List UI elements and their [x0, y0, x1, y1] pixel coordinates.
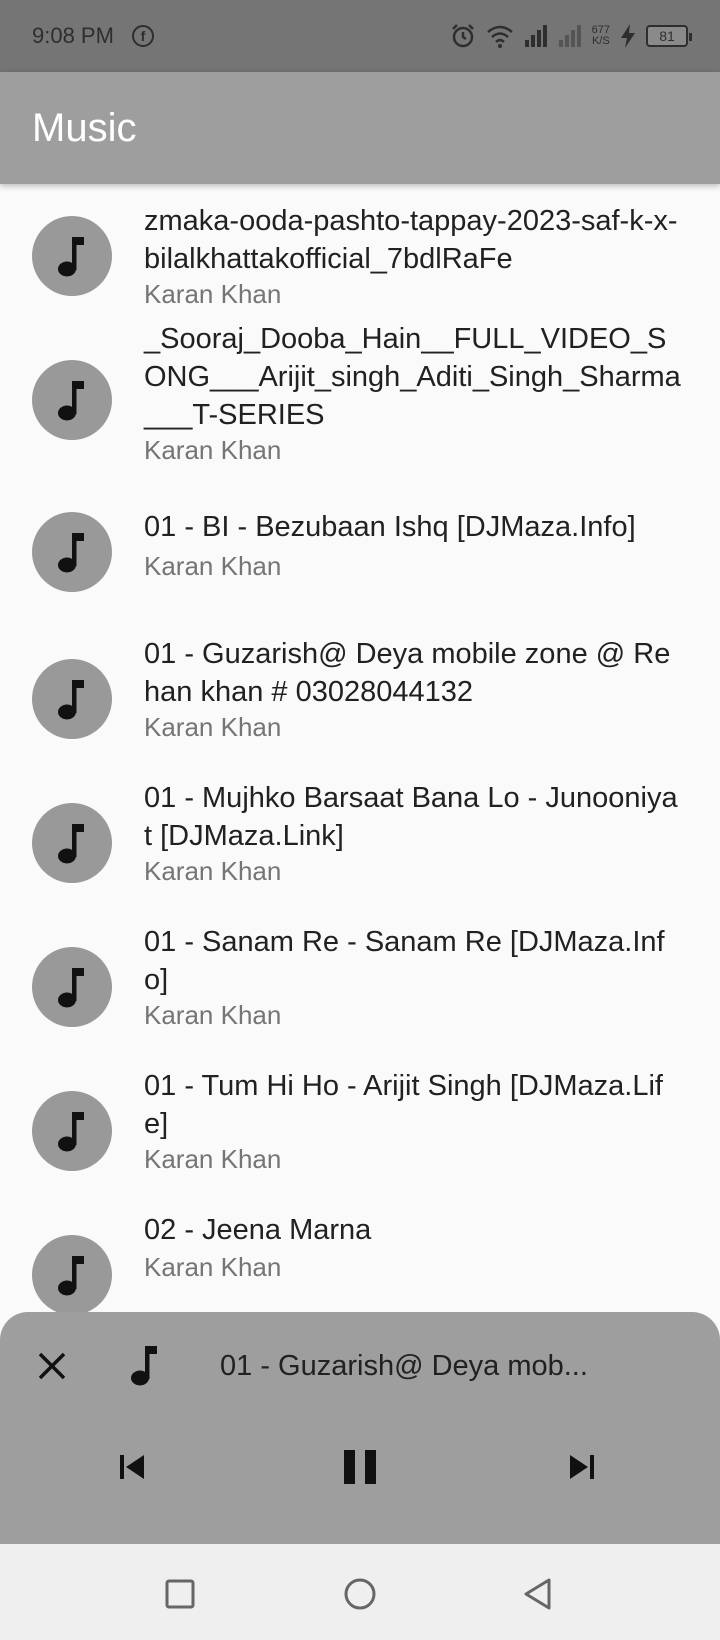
facebook-icon: f [131, 25, 154, 47]
music-note-icon [58, 1256, 84, 1296]
song-avatar [32, 360, 112, 440]
song-title: 01 - Sanam Re - Sanam Re [DJMaza.Info] [144, 926, 665, 996]
song-avatar [32, 512, 112, 592]
song-title: 02 - Jeena Marna [144, 1214, 372, 1246]
music-app-screen: 9:08 PM f 677 K/S 81 Music zmaka-ooda-pa… [0, 0, 720, 1640]
now-playing-note [130, 1344, 170, 1388]
back-button[interactable] [518, 1574, 558, 1614]
song-avatar [32, 216, 112, 296]
network-speed: 677 K/S [592, 25, 610, 47]
music-note-icon [58, 381, 84, 421]
app-title: Music [32, 105, 137, 150]
song-list-item[interactable]: zmaka-ooda-pashto-tappay-2023-saf-k-x-bi… [0, 184, 720, 314]
recents-button[interactable] [160, 1574, 200, 1614]
system-nav-bar [0, 1544, 720, 1640]
song-title: 01 - Mujhko Barsaat Bana Lo - Junooniyat… [144, 782, 678, 852]
song-title: 01 - BI - Bezubaan Ishq [DJMaza.Info] [144, 511, 636, 543]
home-circle-icon [344, 1578, 376, 1610]
song-avatar [32, 1235, 112, 1314]
song-text: 01 - Guzarish@ Deya mobile zone @ Rehan … [144, 635, 684, 743]
song-avatar [32, 947, 112, 1027]
battery-level: 81 [659, 28, 675, 44]
song-list-item[interactable]: 01 - Tum Hi Ho - Arijit Singh [DJMaza.Li… [0, 1051, 720, 1195]
skip-next-icon [570, 1455, 594, 1479]
close-player-button[interactable] [32, 1346, 72, 1386]
song-text: _Sooraj_Dooba_Hain__FULL_VIDEO_SONG___Ar… [144, 320, 684, 466]
pause-icon [344, 1450, 376, 1484]
status-time: 9:08 PM [32, 23, 114, 48]
song-text: zmaka-ooda-pashto-tappay-2023-saf-k-x-bi… [144, 202, 684, 310]
charging-icon [621, 24, 635, 48]
recents-square-icon [165, 1579, 195, 1609]
music-note-icon [58, 1112, 84, 1152]
skip-previous-icon [120, 1455, 144, 1479]
song-text: 01 - Sanam Re - Sanam Re [DJMaza.Info] K… [144, 923, 684, 1031]
music-note-icon [58, 237, 84, 277]
music-note-icon [131, 1346, 157, 1386]
music-note-icon [58, 533, 84, 573]
battery-icon: 81 [646, 25, 692, 47]
now-playing-title[interactable]: 01 - Guzarish@ Deya mob... [220, 1346, 620, 1386]
song-avatar [32, 1091, 112, 1171]
mini-player[interactable]: 01 - Guzarish@ Deya mob... [0, 1312, 720, 1544]
song-artist: Karan Khan [144, 279, 282, 309]
song-list-item[interactable]: 01 - BI - Bezubaan Ishq [DJMaza.Info] Ka… [0, 474, 720, 619]
status-icons: 677 K/S 81 [450, 23, 692, 49]
song-artist: Karan Khan [144, 551, 282, 581]
pause-button[interactable] [338, 1446, 382, 1488]
network-speed-unit: K/S [591, 35, 610, 47]
back-triangle-icon [524, 1578, 551, 1610]
song-avatar [32, 803, 112, 883]
song-artist: Karan Khan [144, 1000, 282, 1030]
song-text: 01 - BI - Bezubaan Ishq [DJMaza.Info] Ka… [144, 508, 684, 582]
next-track-button[interactable] [566, 1452, 598, 1482]
signal-icon [524, 25, 547, 47]
song-text: 01 - Mujhko Barsaat Bana Lo - Junooniyat… [144, 779, 684, 887]
song-title: 01 - Guzarish@ Deya mobile zone @ Rehan … [144, 638, 671, 708]
music-note-icon [58, 968, 84, 1008]
music-note-icon [58, 680, 84, 720]
song-list-item[interactable]: 01 - Mujhko Barsaat Bana Lo - Junooniyat… [0, 763, 720, 907]
signal-empty-icon [558, 25, 581, 47]
song-avatar [32, 659, 112, 739]
home-button[interactable] [340, 1574, 380, 1614]
wifi-icon [486, 25, 513, 48]
song-artist: Karan Khan [144, 1144, 282, 1174]
previous-track-button[interactable] [116, 1452, 148, 1482]
song-title: 01 - Tum Hi Ho - Arijit Singh [DJMaza.Li… [144, 1070, 663, 1140]
song-title: zmaka-ooda-pashto-tappay-2023-saf-k-x-bi… [144, 205, 678, 275]
song-artist: Karan Khan [144, 712, 282, 742]
song-list-item[interactable]: 01 - Sanam Re - Sanam Re [DJMaza.Info] K… [0, 907, 720, 1051]
song-list-item[interactable]: 02 - Jeena Marna Karan Khan [0, 1195, 720, 1314]
song-list[interactable]: zmaka-ooda-pashto-tappay-2023-saf-k-x-bi… [0, 184, 720, 1314]
song-text: 01 - Tum Hi Ho - Arijit Singh [DJMaza.Li… [144, 1067, 684, 1175]
close-icon [38, 1352, 66, 1380]
song-artist: Karan Khan [144, 856, 282, 886]
song-list-item[interactable]: _Sooraj_Dooba_Hain__FULL_VIDEO_SONG___Ar… [0, 314, 720, 474]
song-artist: Karan Khan [144, 435, 282, 465]
song-title: _Sooraj_Dooba_Hain__FULL_VIDEO_SONG___Ar… [144, 323, 681, 431]
app-bar: Music [0, 72, 720, 184]
music-note-icon [58, 824, 84, 864]
song-text: 02 - Jeena Marna Karan Khan [144, 1211, 684, 1283]
status-bar: 9:08 PM f 677 K/S 81 [0, 0, 720, 72]
song-list-item[interactable]: 01 - Guzarish@ Deya mobile zone @ Rehan … [0, 619, 720, 763]
alarm-icon [451, 24, 474, 48]
song-artist: Karan Khan [144, 1252, 282, 1282]
